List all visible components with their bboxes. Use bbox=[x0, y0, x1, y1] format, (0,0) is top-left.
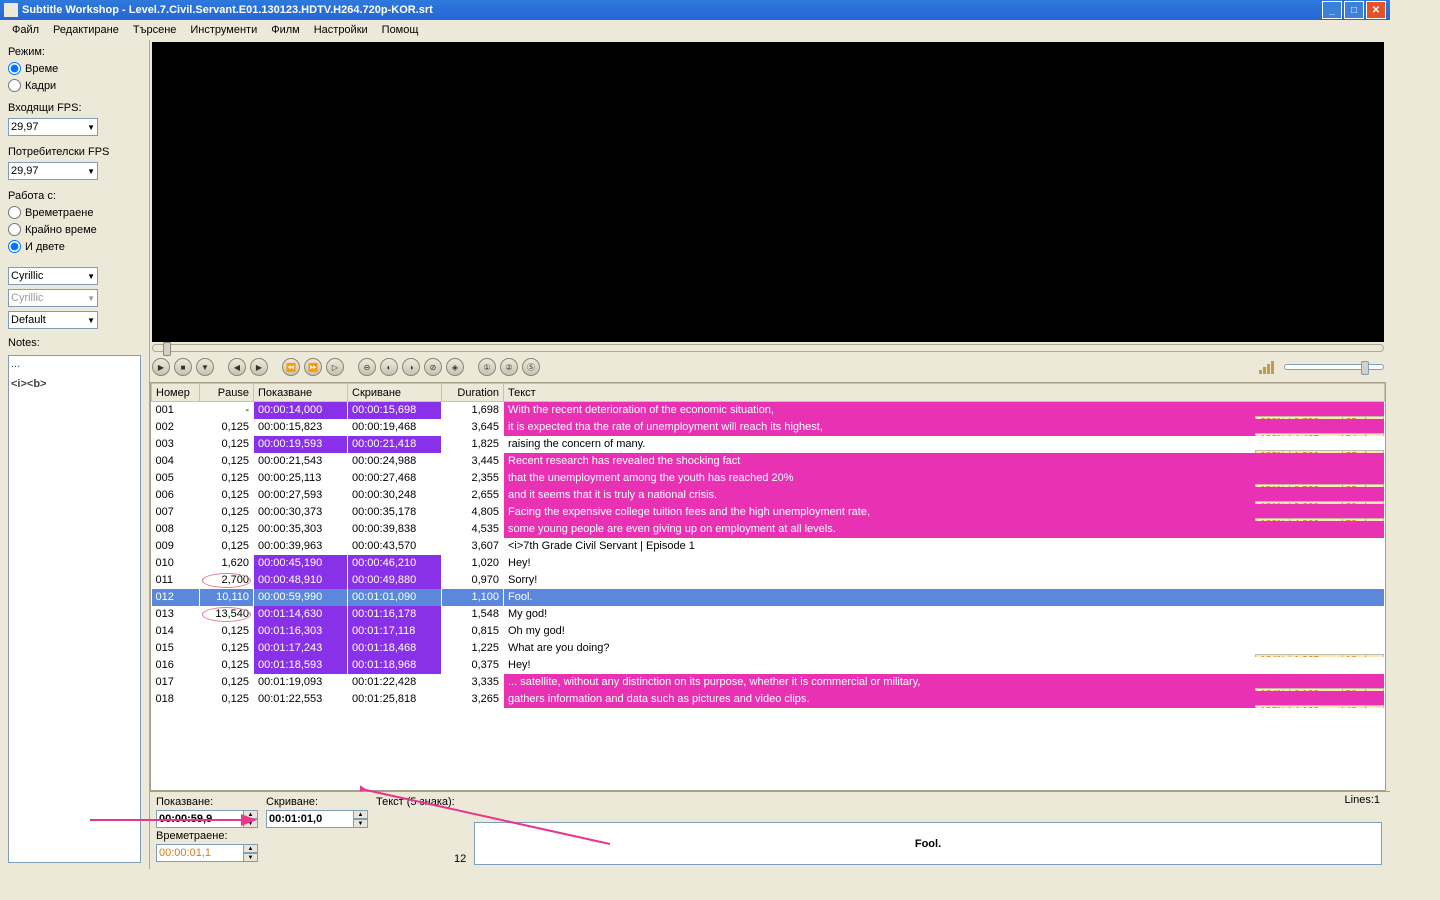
menu-филм[interactable]: Филм bbox=[265, 22, 306, 38]
char-count: 12 bbox=[454, 853, 466, 865]
mark-out-button[interactable]: ⊘ bbox=[424, 358, 442, 376]
notes-pane[interactable]: ... <i><b> bbox=[8, 355, 141, 863]
status-badge: 127% | 4,133 sec / 48 char bbox=[1255, 705, 1384, 708]
table-row[interactable]: 0160,12500:01:18,59300:01:18,9680,375Hey… bbox=[152, 657, 1385, 674]
table-row[interactable]: 0112,70000:00:48,91000:00:49,8800,970Sor… bbox=[152, 572, 1385, 589]
encoding-3-select[interactable]: Default▼ bbox=[8, 311, 98, 329]
show-label: Показване: bbox=[156, 796, 258, 808]
encoding-1-select[interactable]: Cyrillic▼ bbox=[8, 267, 98, 285]
show-input[interactable]: 00:00:59,9 bbox=[156, 810, 244, 828]
bottom-panel: Показване: 00:00:59,9▲▼ Времетраене: 00:… bbox=[150, 791, 1390, 869]
hide-label: Скриване: bbox=[266, 796, 368, 808]
input-fps-select[interactable]: 29,97▼ bbox=[8, 118, 98, 136]
menu-редактиране[interactable]: Редактиране bbox=[47, 22, 125, 38]
duration-input[interactable]: 00:00:01,1 bbox=[156, 844, 244, 862]
minimize-button[interactable]: _ bbox=[1322, 1, 1342, 19]
lines-label: Lines:1 bbox=[1345, 794, 1380, 806]
menu-инструменти[interactable]: Инструменти bbox=[184, 22, 263, 38]
app-icon bbox=[4, 3, 18, 17]
table-row[interactable]: 01313,54000:01:14,63000:01:16,1781,548My… bbox=[152, 606, 1385, 623]
chevron-down-icon: ▼ bbox=[87, 123, 95, 132]
player-controls: ▶ ■ ▼ ◀ ▶ ⏪ ⏩ ▷ ⊖ ◐ ◑ ⊘ ◈ ① ② Ⓢ bbox=[150, 352, 1390, 382]
col-text[interactable]: Текст bbox=[504, 384, 1385, 402]
chevron-down-icon: ▼ bbox=[87, 167, 95, 176]
notes-label: Notes: bbox=[8, 337, 141, 349]
table-row[interactable]: 01210,11000:00:59,99000:01:01,0901,100Fo… bbox=[152, 589, 1385, 606]
btn-2[interactable]: ② bbox=[500, 358, 518, 376]
table-row[interactable]: 0060,12500:00:27,59300:00:30,2482,655and… bbox=[152, 487, 1385, 504]
text-input[interactable]: Fool. bbox=[474, 822, 1382, 865]
table-row[interactable]: 001-00:00:14,00000:00:15,6981,698With th… bbox=[152, 402, 1385, 419]
forward-button[interactable]: ⏩ bbox=[304, 358, 322, 376]
duration-label: Времетраене: bbox=[156, 830, 258, 842]
work-duration-radio[interactable]: Времетраене bbox=[8, 206, 141, 219]
volume-knob[interactable] bbox=[1361, 361, 1369, 375]
mode-frames-radio[interactable]: Кадри bbox=[8, 79, 141, 92]
spin-down-icon[interactable]: ▼ bbox=[243, 819, 258, 828]
input-fps-label: Входящи FPS: bbox=[8, 102, 141, 114]
title-bar: Subtitle Workshop - Level.7.Civil.Servan… bbox=[0, 0, 1390, 20]
spin-up-icon[interactable]: ▲ bbox=[243, 810, 258, 819]
text-label: Текст (5 знака): bbox=[376, 796, 1384, 808]
table-row[interactable]: 0020,12500:00:15,82300:00:19,4683,645it … bbox=[152, 419, 1385, 436]
col-number[interactable]: Номер bbox=[152, 384, 200, 402]
menu-файл[interactable]: Файл bbox=[6, 22, 45, 38]
rewind-button[interactable]: ⏪ bbox=[282, 358, 300, 376]
play-button[interactable]: ▶ bbox=[152, 358, 170, 376]
work-both-radio[interactable]: И двете bbox=[8, 240, 141, 253]
col-pause[interactable]: Pause bbox=[200, 384, 254, 402]
mark-in-button[interactable]: ⊖ bbox=[358, 358, 376, 376]
next-button[interactable]: ▶ bbox=[250, 358, 268, 376]
user-fps-select[interactable]: 29,97▼ bbox=[8, 162, 98, 180]
table-row[interactable]: 0090,12500:00:39,96300:00:43,5703,607<i>… bbox=[152, 538, 1385, 555]
col-duration[interactable]: Duration bbox=[442, 384, 504, 402]
btn-1[interactable]: ① bbox=[478, 358, 496, 376]
btn-s[interactable]: Ⓢ bbox=[522, 358, 540, 376]
work-end-radio[interactable]: Крайно време bbox=[8, 223, 141, 236]
prev-button[interactable]: ◀ bbox=[228, 358, 246, 376]
menu-bar: ФайлРедактиранеТърсенеИнструментиФилмНас… bbox=[0, 20, 1390, 40]
encoding-2-select[interactable]: Cyrillic▼ bbox=[8, 289, 98, 307]
work-label: Работа с: bbox=[8, 190, 141, 202]
step-button[interactable]: ▷ bbox=[326, 358, 344, 376]
window-title: Subtitle Workshop - Level.7.Civil.Servan… bbox=[22, 4, 1322, 16]
user-fps-label: Потребителски FPS bbox=[8, 146, 141, 158]
table-row[interactable]: 0180,12500:01:22,55300:01:25,8183,265gat… bbox=[152, 691, 1385, 708]
table-row[interactable]: 0170,12500:01:19,09300:01:22,4283,335...… bbox=[152, 674, 1385, 691]
table-row[interactable]: 0050,12500:00:25,11300:00:27,4682,355tha… bbox=[152, 470, 1385, 487]
subtitle-grid[interactable]: Номер Pause Показване Скриване Duration … bbox=[150, 382, 1386, 791]
table-row[interactable]: 0070,12500:00:30,37300:00:35,1784,805Fac… bbox=[152, 504, 1385, 521]
sync-button[interactable]: ◈ bbox=[446, 358, 464, 376]
seek-knob[interactable] bbox=[163, 342, 171, 356]
maximize-button[interactable]: □ bbox=[1344, 1, 1364, 19]
table-row[interactable]: 0040,12500:00:21,54300:00:24,9883,445Rec… bbox=[152, 453, 1385, 470]
col-hide[interactable]: Скриване bbox=[348, 384, 442, 402]
menu-помощ[interactable]: Помощ bbox=[376, 22, 425, 38]
down-button[interactable]: ▼ bbox=[196, 358, 214, 376]
col-show[interactable]: Показване bbox=[254, 384, 348, 402]
mode-label: Режим: bbox=[8, 46, 141, 58]
mark-b-button[interactable]: ◑ bbox=[402, 358, 420, 376]
volume-icon bbox=[1259, 361, 1274, 374]
menu-търсене[interactable]: Търсене bbox=[127, 22, 183, 38]
mode-time-radio[interactable]: Време bbox=[8, 62, 141, 75]
close-button[interactable]: ✕ bbox=[1366, 1, 1386, 19]
table-row[interactable]: 0080,12500:00:35,30300:00:39,8384,535som… bbox=[152, 521, 1385, 538]
menu-настройки[interactable]: Настройки bbox=[308, 22, 374, 38]
sidebar: Режим: Време Кадри Входящи FPS: 29,97▼ П… bbox=[0, 40, 150, 869]
hide-input[interactable]: 00:01:01,0 bbox=[266, 810, 354, 828]
table-row[interactable]: 0150,12500:01:17,24300:01:18,4681,225Wha… bbox=[152, 640, 1385, 657]
mark-a-button[interactable]: ◐ bbox=[380, 358, 398, 376]
seek-bar[interactable] bbox=[152, 344, 1384, 352]
stop-button[interactable]: ■ bbox=[174, 358, 192, 376]
table-row[interactable]: 0101,62000:00:45,19000:00:46,2101,020Hey… bbox=[152, 555, 1385, 572]
volume-slider[interactable] bbox=[1284, 364, 1384, 370]
table-row[interactable]: 0030,12500:00:19,59300:00:21,4181,825rai… bbox=[152, 436, 1385, 453]
table-row[interactable]: 0140,12500:01:16,30300:01:17,1180,815Oh … bbox=[152, 623, 1385, 640]
video-preview[interactable] bbox=[152, 42, 1384, 342]
